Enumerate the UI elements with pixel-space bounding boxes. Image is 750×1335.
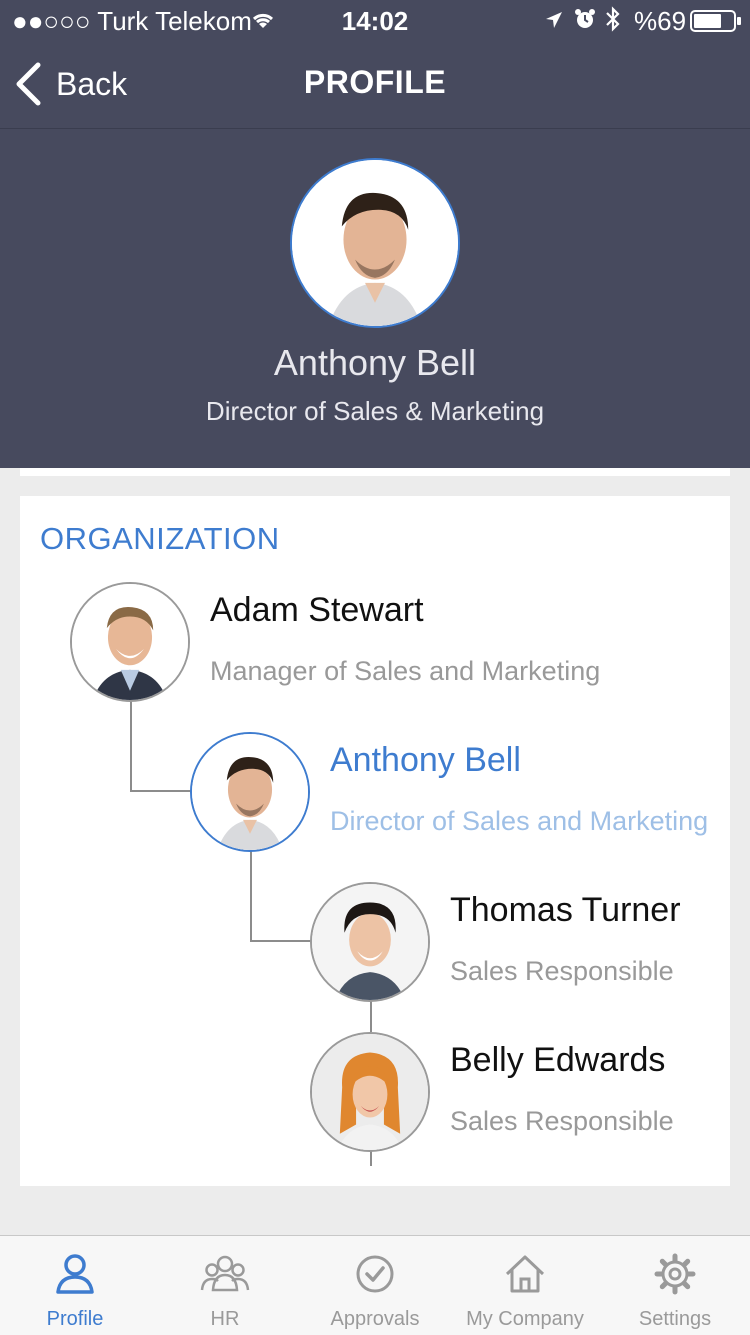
org-person-name[interactable]: Adam Stewart	[210, 591, 424, 630]
tab-settings[interactable]: Settings	[600, 1236, 750, 1334]
org-person-title: Manager of Sales and Marketing	[210, 656, 601, 686]
people-group-icon	[200, 1255, 250, 1292]
tree-connector	[250, 850, 252, 942]
tab-hr[interactable]: HR	[150, 1236, 300, 1334]
org-person-name[interactable]: Thomas Turner	[450, 891, 681, 930]
org-person-name[interactable]: Belly Edwards	[450, 1041, 665, 1080]
header-strip	[20, 468, 730, 476]
bluetooth-icon	[606, 6, 620, 32]
person-icon	[56, 1254, 94, 1294]
org-person-avatar-selected[interactable]	[190, 732, 310, 852]
tree-connector	[130, 700, 132, 792]
profile-name: Anthony Bell	[273, 342, 477, 383]
gear-icon	[654, 1253, 696, 1295]
check-circle-icon	[356, 1255, 394, 1293]
tree-connector	[130, 790, 192, 792]
org-person-title-selected: Director of Sales and Marketing	[330, 806, 709, 836]
tab-profile[interactable]: Profile	[0, 1236, 150, 1334]
org-person-title: Sales Responsible	[450, 1106, 674, 1136]
battery-icon	[690, 10, 741, 32]
tab-label: My Company	[466, 1308, 584, 1330]
tab-label: Approvals	[330, 1308, 420, 1330]
location-arrow-icon	[546, 12, 562, 28]
tree-connector	[370, 1000, 372, 1032]
tab-label: HR	[210, 1308, 240, 1330]
alarm-icon	[575, 9, 595, 28]
profile-job-title: Director of Sales & Marketing	[205, 396, 545, 426]
nav-divider	[0, 128, 750, 129]
org-person-name-selected[interactable]: Anthony Bell	[330, 741, 521, 780]
tree-connector	[370, 1150, 372, 1166]
profile-avatar	[290, 158, 460, 328]
tab-label: Profile	[46, 1308, 104, 1330]
org-person-avatar[interactable]	[70, 582, 190, 702]
org-person-avatar[interactable]	[310, 1032, 430, 1152]
page-title: PROFILE	[303, 64, 447, 100]
home-icon	[505, 1255, 545, 1293]
tab-label: Settings	[638, 1308, 712, 1330]
tree-connector	[250, 940, 312, 942]
org-person-avatar[interactable]	[310, 882, 430, 1002]
org-person-title: Sales Responsible	[450, 956, 674, 986]
battery-percent: %69	[634, 6, 687, 36]
organization-heading: ORGANIZATION	[40, 521, 280, 556]
tab-my-company[interactable]: My Company	[450, 1236, 600, 1334]
tab-approvals[interactable]: Approvals	[300, 1236, 450, 1334]
